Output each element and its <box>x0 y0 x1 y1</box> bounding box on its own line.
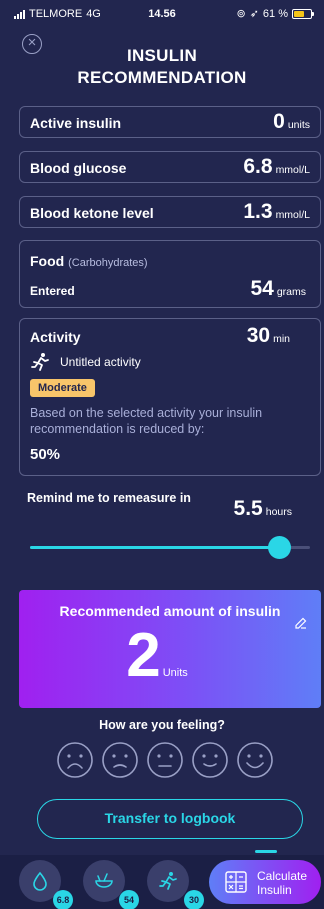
active-insulin-card[interactable]: Active insulin 0 units <box>19 106 321 138</box>
calculator-icon <box>225 871 247 893</box>
drop-icon <box>33 871 47 891</box>
food-title: Food <box>30 253 65 269</box>
very-sad-face-icon[interactable] <box>56 741 94 779</box>
food-sublabel: (Carbohydrates) <box>68 257 148 269</box>
activity-description: Based on the selected activity your insu… <box>30 406 263 436</box>
recommendation-unit: Units <box>162 667 188 679</box>
running-nav-icon <box>159 872 177 890</box>
blood-glucose-label: Blood glucose <box>30 160 127 176</box>
activity-reduction: 50% <box>30 446 61 463</box>
activity-label: Activity <box>30 329 81 345</box>
food-value: 54 <box>250 277 274 300</box>
recommendation-card: Recommended amount of insulin 2 Units <box>19 590 321 708</box>
happy-face-icon[interactable] <box>191 741 229 779</box>
recommendation-amount: 2 Units <box>19 616 321 696</box>
activity-value: 30 <box>246 324 271 347</box>
battery-icon <box>292 8 314 19</box>
blood-ketone-label: Blood ketone level <box>30 205 154 221</box>
page-title: INSULIN RECOMMENDATION <box>0 45 324 89</box>
calculate-insulin-button[interactable]: Calculate Insulin <box>209 860 321 904</box>
sad-face-icon[interactable] <box>101 741 139 779</box>
blood-ketone-card[interactable]: Blood ketone level 1.3 mmol/L <box>19 196 321 228</box>
active-tab-indicator <box>255 850 277 853</box>
blood-ketone-unit: mmol/L <box>275 209 310 221</box>
feeling-question: How are you feeling? <box>99 718 225 732</box>
remind-label: Remind me to remeasure in <box>27 491 191 505</box>
active-insulin-value: 0 <box>273 110 285 133</box>
slider-fill <box>30 546 280 549</box>
blood-glucose-value-group: 6.8 mmol/L <box>243 155 310 179</box>
blood-glucose-card[interactable]: Blood glucose 6.8 mmol/L <box>19 151 321 183</box>
slider-handle[interactable] <box>268 536 292 559</box>
page-title-line-2: RECOMMENDATION <box>77 68 247 87</box>
activity-name: Untitled activity <box>60 355 141 369</box>
food-value-group: 54 grams <box>250 277 306 301</box>
glucose-badge: 6.8 <box>53 890 73 909</box>
activity-nav-button[interactable] <box>147 860 189 902</box>
activity-badge: 30 <box>184 890 204 909</box>
status-right: ⊚ ➶ 61 % <box>236 7 314 20</box>
remind-unit: hours <box>265 506 292 518</box>
blood-glucose-unit: mmol/L <box>275 164 310 176</box>
page-title-line-1: INSULIN <box>126 46 198 65</box>
status-bar: TELMORE 4G 14.56 ⊚ ➶ 61 % <box>0 0 324 22</box>
intensity-badge: Moderate <box>30 379 95 397</box>
neutral-face-icon[interactable] <box>146 741 184 779</box>
remind-value: 5.5 <box>233 497 263 520</box>
rotation-lock-icon: ⊚ <box>236 8 246 20</box>
activity-value-group: 30 min <box>247 324 290 348</box>
active-insulin-label: Active insulin <box>30 115 122 131</box>
remind-slider[interactable] <box>30 536 310 559</box>
running-icon <box>31 353 49 371</box>
food-card[interactable]: Food (Carbohydrates) Entered 54 grams <box>19 240 321 308</box>
food-badge: 54 <box>119 890 139 909</box>
feeling-options <box>56 741 274 779</box>
bowl-icon <box>95 873 113 888</box>
calculate-insulin-label: Calculate Insulin <box>257 869 307 897</box>
battery-percent: 61 % <box>262 7 288 20</box>
active-insulin-value-group: 0 units <box>273 110 310 134</box>
food-label: Food (Carbohydrates) <box>30 253 148 269</box>
calculate-label-line-2: Insulin <box>257 883 292 897</box>
transfer-to-logbook-button[interactable]: Transfer to logbook <box>37 799 303 839</box>
active-insulin-unit: units <box>287 119 310 131</box>
food-entered-label: Entered <box>30 284 75 298</box>
location-icon: ➶ <box>249 8 259 20</box>
calculate-label-line-1: Calculate <box>257 869 308 883</box>
remind-value-group: 5.5 hours <box>234 497 292 521</box>
blood-glucose-value: 6.8 <box>243 155 273 178</box>
activity-unit: min <box>273 333 290 345</box>
blood-ketone-value: 1.3 <box>243 200 273 223</box>
activity-card[interactable]: Activity 30 min Untitled activity Modera… <box>19 318 321 476</box>
very-happy-face-icon[interactable] <box>236 741 274 779</box>
recommendation-value: 2 <box>126 621 161 690</box>
food-unit: grams <box>276 286 306 298</box>
blood-ketone-value-group: 1.3 mmol/L <box>243 200 310 224</box>
